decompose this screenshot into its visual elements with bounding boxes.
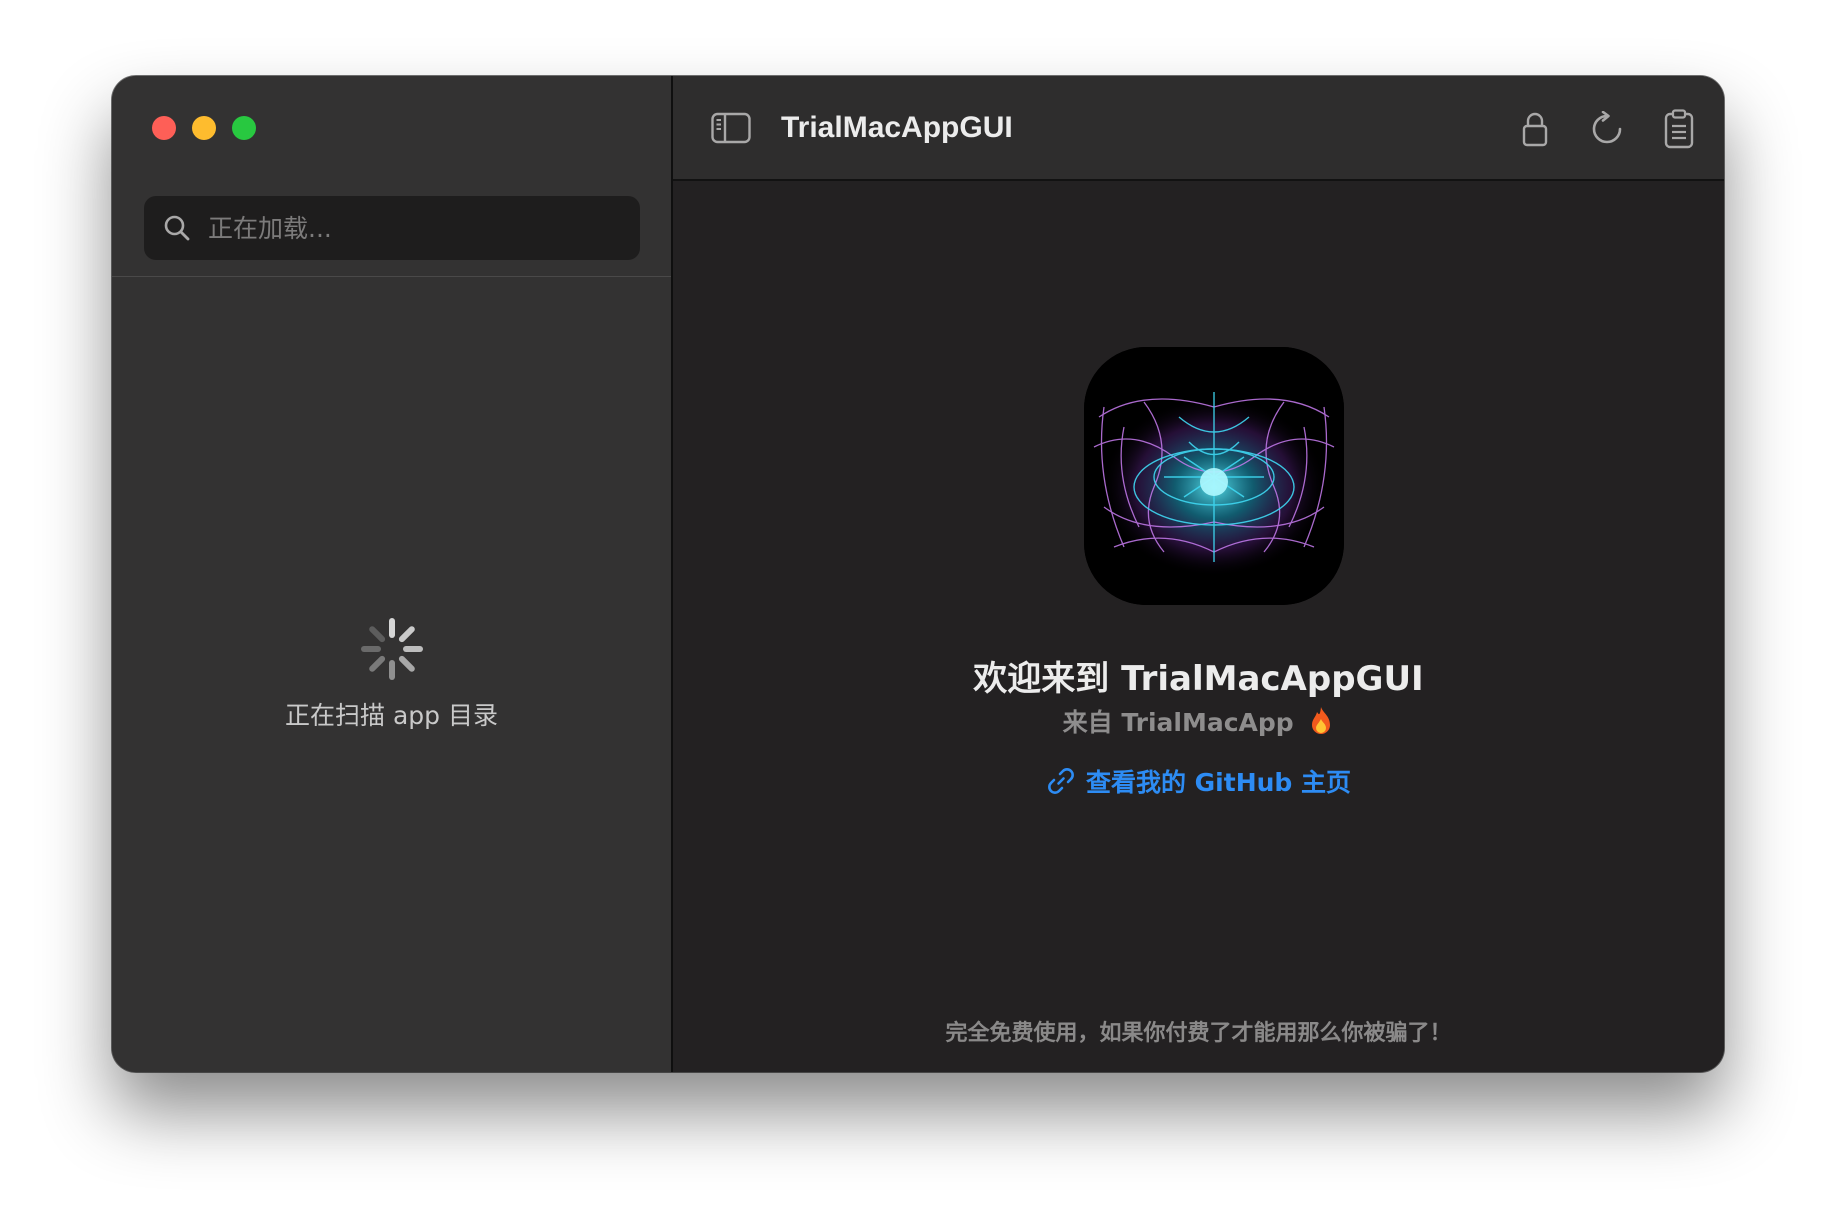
clipboard-button[interactable] [1662, 108, 1696, 149]
lock-button[interactable] [1518, 109, 1552, 149]
refresh-icon [1592, 110, 1622, 143]
window-title: TrialMacAppGUI [781, 110, 1013, 144]
zoom-button[interactable] [232, 116, 256, 140]
spinner-icon [360, 618, 423, 680]
app-window: 正在扫描 app 目录 TrialMacAppGUI [112, 76, 1724, 1072]
footer-note: 完全免费使用，如果你付费了才能用那么你被骗了！ [945, 1021, 1452, 1046]
traffic-lights [152, 116, 256, 140]
github-link[interactable]: 查看我的 GitHub 主页 [673, 763, 1724, 799]
app-icon [1084, 347, 1344, 605]
sidebar: 正在扫描 app 目录 [112, 76, 673, 1072]
from-line: 来自 TrialMacApp [673, 703, 1724, 739]
link-icon [1048, 768, 1074, 794]
sidebar-divider [112, 276, 671, 277]
lock-icon [1522, 112, 1548, 146]
clipboard-icon [1664, 108, 1694, 148]
toolbar-actions [1518, 76, 1696, 181]
loading-indicator: 正在扫描 app 目录 [112, 616, 671, 732]
minimize-button[interactable] [192, 116, 216, 140]
app-icon-artwork [1084, 347, 1344, 605]
refresh-button[interactable] [1590, 109, 1624, 149]
search-icon [164, 215, 190, 241]
github-link-label[interactable]: 查看我的 GitHub 主页 [1086, 763, 1351, 799]
fire-icon [1312, 707, 1331, 734]
welcome-title: 欢迎来到 TrialMacAppGUI [973, 659, 1424, 699]
close-button[interactable] [152, 116, 176, 140]
main-pane: TrialMacAppGUI 欢迎来到 TrialMacAppGUI 来自 Tr… [673, 76, 1724, 1072]
search-input[interactable] [208, 213, 608, 243]
search-field[interactable] [144, 196, 640, 260]
toolbar: TrialMacAppGUI [673, 76, 1724, 181]
from-text: 来自 TrialMacApp [1062, 708, 1294, 737]
sidebar-toggle-icon[interactable] [711, 112, 751, 144]
loading-label: 正在扫描 app 目录 [285, 701, 498, 730]
welcome-content: 欢迎来到 TrialMacAppGUI 来自 TrialMacApp 查看我的 … [673, 183, 1724, 1072]
